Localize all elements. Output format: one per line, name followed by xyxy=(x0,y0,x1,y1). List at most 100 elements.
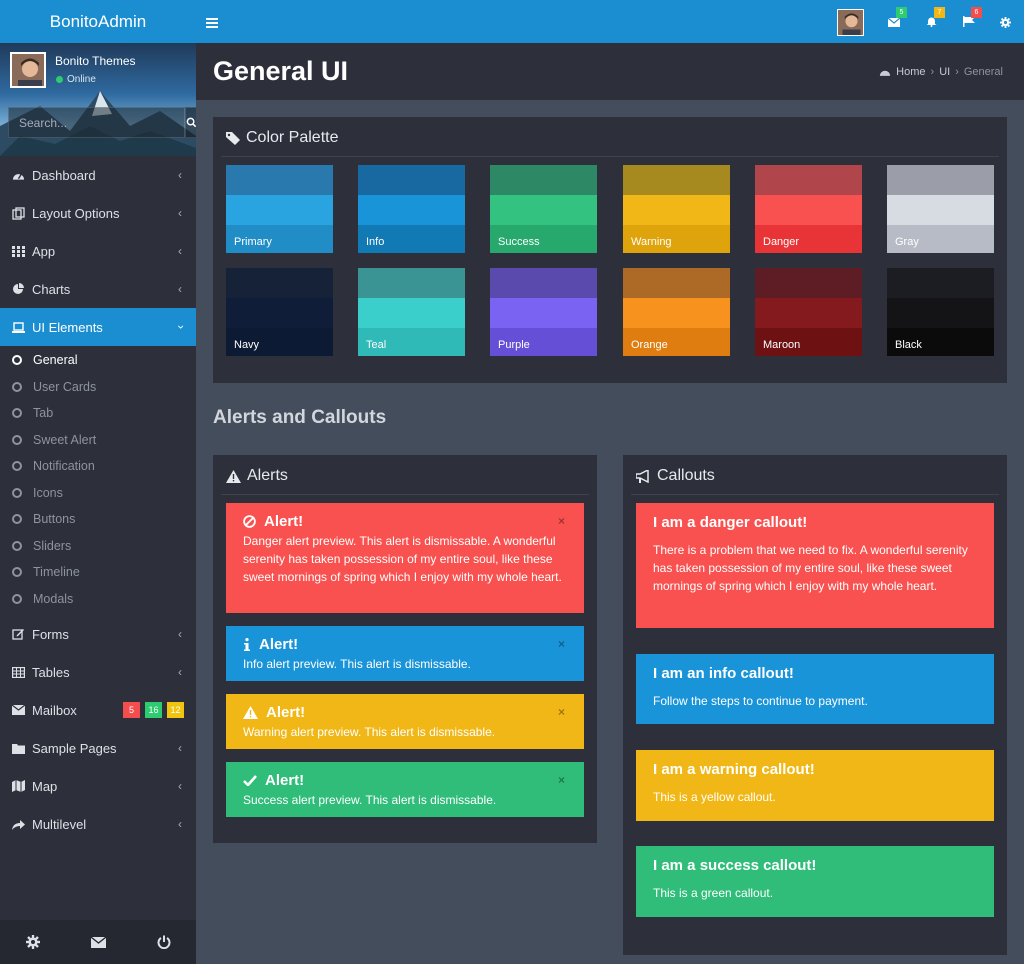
search-input[interactable] xyxy=(8,107,185,138)
brand-logo[interactable]: BonitoAdmin xyxy=(0,0,196,43)
alert-title: Alert! xyxy=(259,636,299,653)
chevron-left-icon: ‹ xyxy=(178,168,182,182)
messages-button[interactable]: 5 xyxy=(887,7,907,32)
sidebar-subitem-modals[interactable]: Modals xyxy=(0,586,196,613)
close-icon[interactable]: × xyxy=(558,514,565,528)
sidebar-toggle-button[interactable] xyxy=(206,15,218,33)
swatch-maroon: Maroon xyxy=(755,268,862,356)
circle-icon xyxy=(12,487,22,498)
swatch-success: Success xyxy=(490,165,597,253)
callout-danger: I am a danger callout! There is a proble… xyxy=(636,503,994,628)
sidebar-subitem-label: Modals xyxy=(33,591,74,606)
sidebar-item-mailbox[interactable]: Mailbox 5 16 12 xyxy=(0,691,196,729)
gear-icon[interactable] xyxy=(25,935,40,949)
swatch-band: Warning xyxy=(623,225,730,253)
sidebar-item-sample-pages[interactable]: Sample Pages ‹ xyxy=(0,729,196,767)
avatar[interactable] xyxy=(10,52,46,88)
chevron-down-icon: ‹ xyxy=(173,325,187,329)
callouts-title: Callouts xyxy=(636,467,715,485)
edit-icon xyxy=(12,629,24,640)
swatch-band: Danger xyxy=(755,225,862,253)
sidebar-item-charts[interactable]: Charts ‹ xyxy=(0,270,196,308)
chevron-left-icon: ‹ xyxy=(178,244,182,258)
copy-icon xyxy=(12,206,25,220)
swatch-label: Success xyxy=(498,236,540,248)
alert-title: Alert! xyxy=(265,772,305,789)
chevron-left-icon: ‹ xyxy=(178,665,182,679)
chevron-left-icon: ‹ xyxy=(178,206,182,220)
badge-red: 5 xyxy=(123,702,140,718)
tasks-button[interactable]: 6 xyxy=(963,7,982,32)
callout-warning: I am a warning callout! This is a yellow… xyxy=(636,750,994,821)
sidebar-subitem-notification[interactable]: Notification xyxy=(0,453,196,480)
user-status: Online xyxy=(56,74,96,85)
sidebar-subitem-general[interactable]: General xyxy=(0,347,196,374)
sidebar-subitem-sliders[interactable]: Sliders xyxy=(0,533,196,560)
sidebar-subitem-user-cards[interactable]: User Cards xyxy=(0,374,196,401)
sidebar-item-multilevel[interactable]: Multilevel ‹ xyxy=(0,805,196,843)
sidebar-item-ui-elements[interactable]: UI Elements ‹ xyxy=(0,308,196,346)
laptop-icon xyxy=(12,321,25,333)
sidebar-subitem-tab[interactable]: Tab xyxy=(0,400,196,427)
warning-icon xyxy=(243,706,258,719)
chevron-left-icon: ‹ xyxy=(178,282,182,296)
swatch-band: Navy xyxy=(226,328,333,356)
sidebar-item-map[interactable]: Map ‹ xyxy=(0,767,196,805)
close-icon[interactable]: × xyxy=(558,705,565,719)
sidebar-item-label: Mailbox xyxy=(32,702,77,718)
power-icon[interactable] xyxy=(157,935,171,949)
messages-badge: 5 xyxy=(896,7,907,18)
alert-warning: Alert! Warning alert preview. This alert… xyxy=(226,694,584,749)
envelope-icon xyxy=(887,17,901,27)
envelope-icon[interactable] xyxy=(90,936,106,948)
swatch-band xyxy=(358,298,465,328)
close-icon[interactable]: × xyxy=(558,773,565,787)
notifications-button[interactable]: 7 xyxy=(926,7,945,32)
sidebar-item-label: Charts xyxy=(32,281,71,297)
sidebar-subitem-icons[interactable]: Icons xyxy=(0,480,196,507)
settings-button[interactable] xyxy=(1000,15,1011,33)
sidebar-item-label: Forms xyxy=(32,626,69,642)
sidebar-subitem-label: Timeline xyxy=(33,565,80,580)
swatch-label: Maroon xyxy=(763,339,801,351)
circle-icon xyxy=(12,567,22,578)
table-icon xyxy=(12,666,25,678)
swatch-label: Warning xyxy=(631,236,672,248)
swatch-orange: Orange xyxy=(623,268,730,356)
alert-title: Alert! xyxy=(264,513,304,530)
callout-title: I am a warning callout! xyxy=(653,761,815,778)
sidebar: BonitoAdmin Bonito Themes Online Dashboa… xyxy=(0,0,196,964)
swatch-band xyxy=(623,298,730,328)
user-name: Bonito Themes xyxy=(55,54,136,68)
callout-title: I am a danger callout! xyxy=(653,514,808,531)
callout-title: I am an info callout! xyxy=(653,665,794,682)
swatch-band: Primary xyxy=(226,225,333,253)
chevron-left-icon: ‹ xyxy=(178,817,182,831)
callout-success: I am a success callout! This is a green … xyxy=(636,846,994,917)
circle-icon xyxy=(12,593,22,604)
color-palette-box: Color Palette Primary Info Success Warning D… xyxy=(213,117,1007,383)
online-dot-icon xyxy=(56,76,63,83)
sidebar-subitem-buttons[interactable]: Buttons xyxy=(0,506,196,533)
sidebar-item-tables[interactable]: Tables ‹ xyxy=(0,653,196,691)
close-icon[interactable]: × xyxy=(558,637,565,651)
sidebar-item-forms[interactable]: Forms ‹ xyxy=(0,615,196,653)
breadcrumb-home[interactable]: Home xyxy=(896,66,925,78)
sidebar-subitem-timeline[interactable]: Timeline xyxy=(0,559,196,586)
user-avatar-button[interactable] xyxy=(837,9,864,36)
breadcrumb-separator: › xyxy=(955,66,959,78)
sidebar-item-dashboard[interactable]: Dashboard ‹ xyxy=(0,156,196,194)
sidebar-item-app[interactable]: App ‹ xyxy=(0,232,196,270)
search-button[interactable] xyxy=(185,107,196,138)
sidebar-item-layout-options[interactable]: Layout Options ‹ xyxy=(0,194,196,232)
swatch-label: Info xyxy=(366,236,385,248)
swatch-band xyxy=(623,268,730,298)
alert-danger: Alert! Danger alert preview. This alert … xyxy=(226,503,584,613)
swatch-purple: Purple xyxy=(490,268,597,356)
breadcrumb-ui[interactable]: UI xyxy=(939,66,950,78)
share-icon xyxy=(12,819,25,830)
swatch-band xyxy=(358,165,465,195)
swatch-band xyxy=(623,195,730,225)
box-divider xyxy=(221,156,999,157)
sidebar-subitem-sweet-alert[interactable]: Sweet Alert xyxy=(0,427,196,454)
